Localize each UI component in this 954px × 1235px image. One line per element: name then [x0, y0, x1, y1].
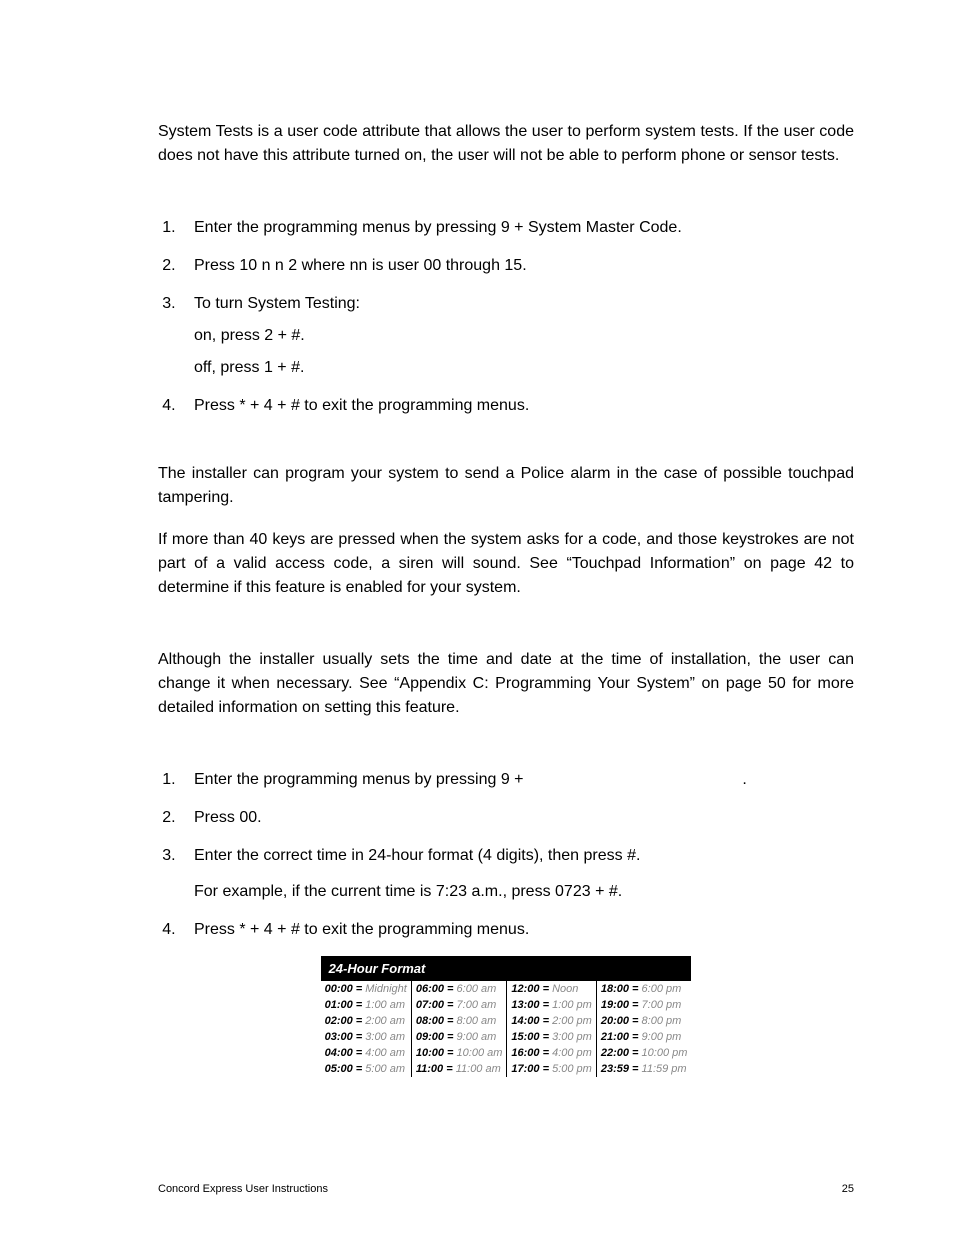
table-row: 00:00 = Midnight06:00 = 6:00 am12:00 = N…	[321, 981, 692, 997]
list1-item-2: Press 10 n n 2 where nn is user 00 throu…	[180, 254, 854, 278]
table-row: 01:00 = 1:00 am07:00 = 7:00 am13:00 = 1:…	[321, 997, 692, 1013]
table-header: 24-Hour Format	[321, 956, 692, 981]
tamper-paragraph-1: The installer can program your system to…	[158, 462, 854, 510]
table-cell: 19:00 = 7:00 pm	[596, 997, 691, 1013]
list2-item-1: Enter the programming menus by pressing …	[180, 768, 854, 792]
table-cell: 23:59 = 11:59 pm	[596, 1061, 691, 1077]
page-footer: Concord Express User Instructions 25	[158, 1183, 854, 1195]
table-cell: 10:00 = 10:00 am	[411, 1045, 507, 1061]
table-cell: 14:00 = 2:00 pm	[507, 1013, 596, 1029]
list2-item-2: Press 00.	[180, 806, 854, 830]
table-cell: 16:00 = 4:00 pm	[507, 1045, 596, 1061]
table-cell: 03:00 = 3:00 am	[321, 1029, 412, 1045]
table-cell: 02:00 = 2:00 am	[321, 1013, 412, 1029]
list1-item-3a: on, press 2 + #.	[194, 324, 854, 348]
table-cell: 01:00 = 1:00 am	[321, 997, 412, 1013]
table-row: 02:00 = 2:00 am08:00 = 8:00 am14:00 = 2:…	[321, 1013, 692, 1029]
table-cell: 11:00 = 11:00 am	[411, 1061, 507, 1077]
table-row: 05:00 = 5:00 am11:00 = 11:00 am17:00 = 5…	[321, 1061, 692, 1077]
table-cell: 09:00 = 9:00 am	[411, 1029, 507, 1045]
table-row: 03:00 = 3:00 am09:00 = 9:00 am15:00 = 3:…	[321, 1029, 692, 1045]
intro-paragraph: System Tests is a user code attribute th…	[158, 120, 854, 168]
table-cell: 13:00 = 1:00 pm	[507, 997, 596, 1013]
table-cell: 04:00 = 4:00 am	[321, 1045, 412, 1061]
list1-item-3: To turn System Testing: on, press 2 + #.…	[180, 292, 854, 380]
list1-item-3-text: To turn System Testing:	[194, 295, 360, 312]
time-format-table: 24-Hour Format 00:00 = Midnight06:00 = 6…	[321, 956, 692, 1077]
list2-item-4: Press * + 4 + # to exit the programming …	[180, 918, 854, 942]
procedure-list-2: Enter the programming menus by pressing …	[158, 768, 854, 942]
table-cell: 22:00 = 10:00 pm	[596, 1045, 691, 1061]
table-cell: 08:00 = 8:00 am	[411, 1013, 507, 1029]
table-cell: 07:00 = 7:00 am	[411, 997, 507, 1013]
table-cell: 05:00 = 5:00 am	[321, 1061, 412, 1077]
tamper-paragraph-2: If more than 40 keys are pressed when th…	[158, 528, 854, 600]
procedure-list-1: Enter the programming menus by pressing …	[158, 216, 854, 418]
time-date-paragraph: Although the installer usually sets the …	[158, 648, 854, 720]
list1-item-1: Enter the programming menus by pressing …	[180, 216, 854, 240]
table-cell: 12:00 = Noon	[507, 981, 596, 997]
list2-item-1b: .	[742, 771, 746, 788]
footer-page-number: 25	[842, 1183, 854, 1195]
list1-item-4: Press * + 4 + # to exit the programming …	[180, 394, 854, 418]
table-cell: 18:00 = 6:00 pm	[596, 981, 691, 997]
list2-item-1a: Enter the programming menus by pressing …	[194, 771, 528, 788]
list2-item-3: Enter the correct time in 24-hour format…	[180, 844, 854, 904]
table-cell: 15:00 = 3:00 pm	[507, 1029, 596, 1045]
table-cell: 06:00 = 6:00 am	[411, 981, 507, 997]
table-cell: 00:00 = Midnight	[321, 981, 412, 997]
footer-title: Concord Express User Instructions	[158, 1183, 328, 1195]
list2-item-3a: For example, if the current time is 7:23…	[194, 880, 854, 904]
table-cell: 21:00 = 9:00 pm	[596, 1029, 691, 1045]
list2-item-3-text: Enter the correct time in 24-hour format…	[194, 847, 640, 864]
list1-item-3b: off, press 1 + #.	[194, 356, 854, 380]
table-cell: 20:00 = 8:00 pm	[596, 1013, 691, 1029]
table-cell: 17:00 = 5:00 pm	[507, 1061, 596, 1077]
table-row: 04:00 = 4:00 am10:00 = 10:00 am16:00 = 4…	[321, 1045, 692, 1061]
